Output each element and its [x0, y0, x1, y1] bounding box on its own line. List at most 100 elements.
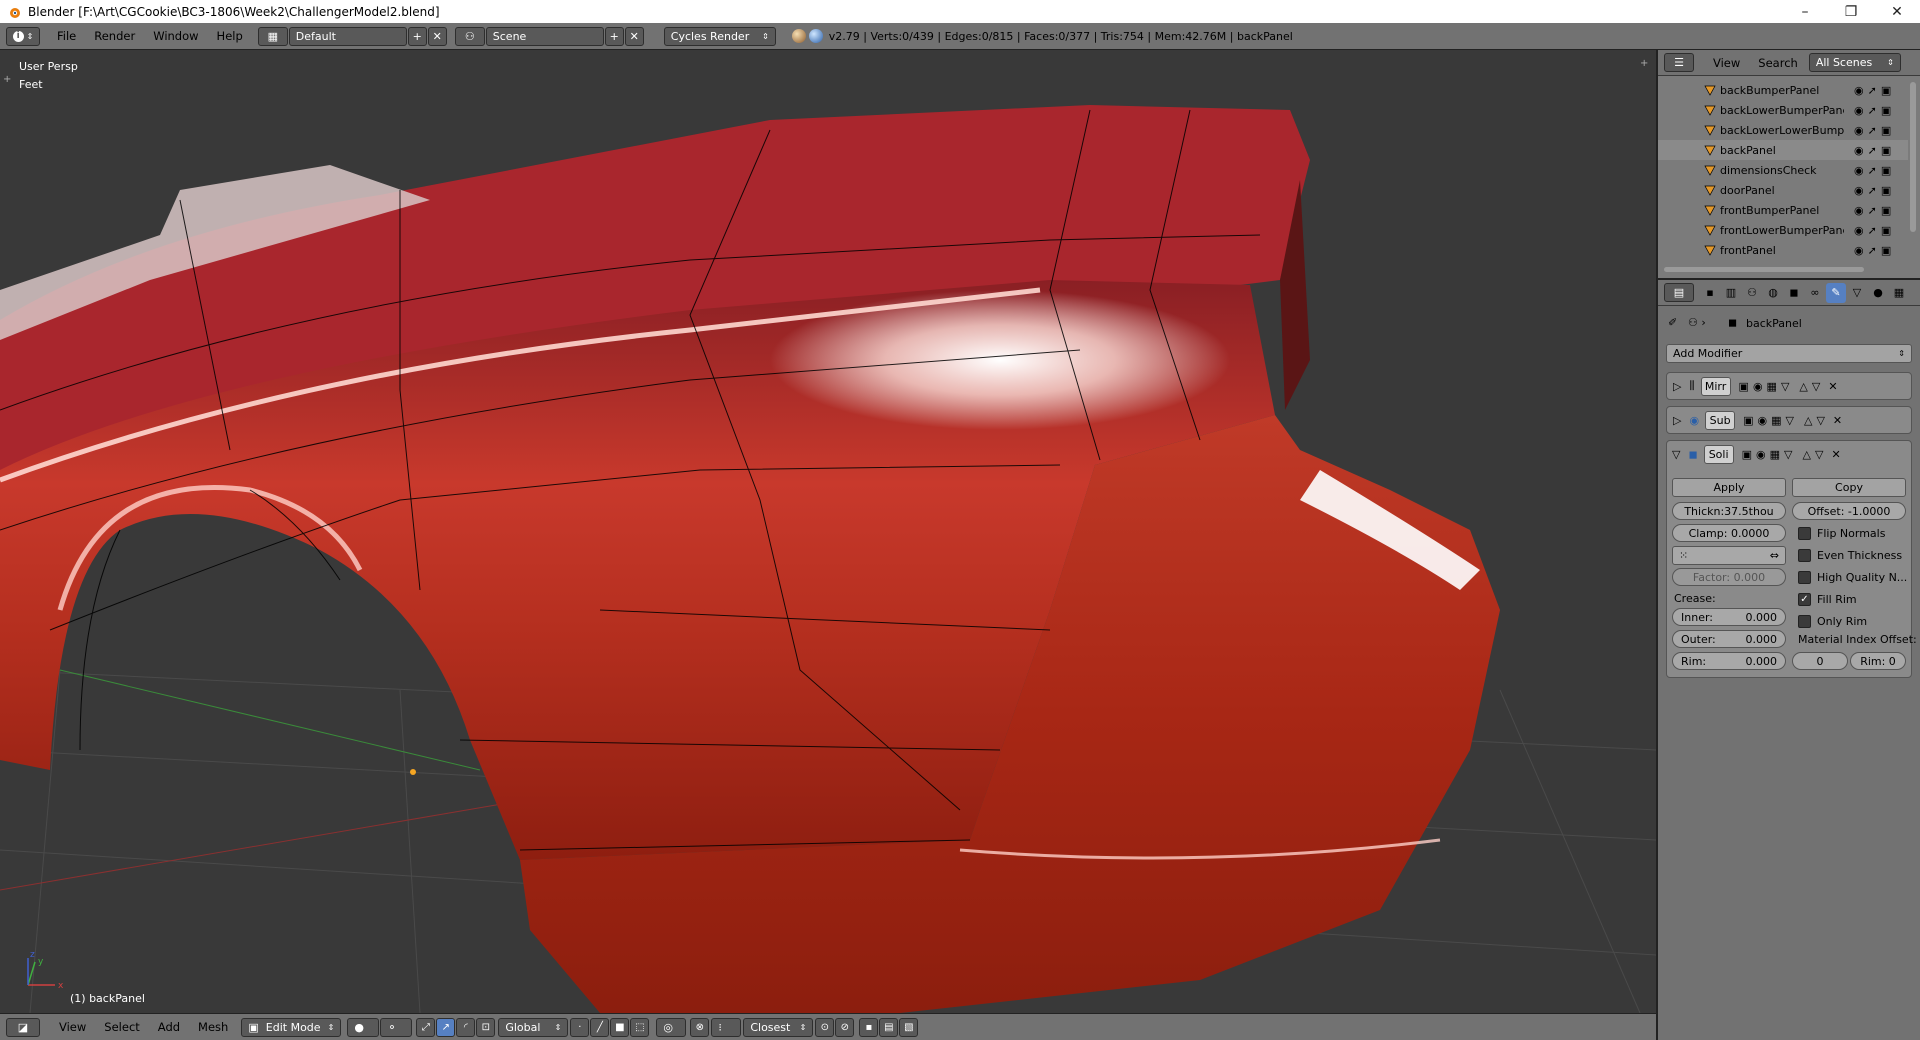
outliner-row[interactable]: dimensionsCheck ◉ ➚ ▣: [1658, 160, 1908, 180]
add-modifier-select[interactable]: Add Modifier ⇕: [1666, 344, 1912, 363]
eye-icon[interactable]: ◉: [1854, 164, 1864, 177]
render-icon[interactable]: ▣: [1881, 184, 1891, 197]
modifier-mirror-row[interactable]: ▷ ⫼ Mirr ▣ ◉ ▦ ▽ △ ▽ ✕: [1666, 372, 1912, 400]
move-down-icon[interactable]: ▽: [1816, 414, 1824, 427]
scale-manipulator-button[interactable]: ⊡: [476, 1017, 496, 1037]
high-quality-normals-checkbox[interactable]: High Quality N...: [1798, 571, 1907, 584]
outliner-row[interactable]: frontPanel ◉ ➚ ▣: [1658, 240, 1908, 260]
overlay-toggle-button[interactable]: ▧: [899, 1017, 919, 1037]
menu-select[interactable]: Select: [95, 1020, 148, 1034]
tab-constraints[interactable]: ∞: [1805, 283, 1825, 303]
invert-arrows-icon[interactable]: ⇔: [1770, 549, 1779, 562]
tab-material[interactable]: ●: [1868, 283, 1888, 303]
vertex-group-field[interactable]: ⁙ ⇔: [1672, 546, 1786, 565]
menu-window[interactable]: Window: [144, 29, 207, 43]
snap-target-select[interactable]: Closest ⇕: [743, 1017, 814, 1037]
minimize-button[interactable]: –: [1782, 0, 1828, 23]
eye-icon[interactable]: ◉: [1854, 244, 1864, 257]
add-layout-button[interactable]: +: [407, 26, 427, 46]
translate-manipulator-button[interactable]: ↗: [436, 1017, 456, 1037]
outliner-search-menu[interactable]: Search: [1749, 56, 1807, 70]
outliner-row[interactable]: backLowerBumperPanel ◉ ➚ ▣: [1658, 100, 1908, 120]
mode-select[interactable]: ▣ Edit Mode ⇕: [241, 1017, 342, 1037]
snap-element-select[interactable]: ⁝: [711, 1017, 742, 1037]
move-down-icon[interactable]: ▽: [1815, 448, 1823, 461]
eye-icon[interactable]: ◉: [1854, 84, 1864, 97]
expand-arrow-icon[interactable]: ▷: [1673, 414, 1681, 427]
cage-toggle-icon[interactable]: ▽: [1786, 414, 1794, 427]
editmode-toggle-icon[interactable]: ▦: [1770, 448, 1780, 461]
outliner-display-mode-select[interactable]: All Scenes ⇕: [1808, 53, 1901, 72]
render-icon[interactable]: ▣: [1881, 204, 1891, 217]
outliner-row[interactable]: doorPanel ◉ ➚ ▣: [1658, 180, 1908, 200]
modifier-solidify-row[interactable]: ▽ ◼ Soli ▣ ◉ ▦ ▽ △ ▽ ✕: [1666, 440, 1912, 468]
transform-orientation-select[interactable]: Global ⇕: [498, 1017, 569, 1037]
editmode-toggle-icon[interactable]: ▦: [1767, 380, 1777, 393]
modifier-name-field[interactable]: Sub: [1705, 410, 1736, 430]
menu-help[interactable]: Help: [208, 29, 252, 43]
eye-icon[interactable]: ◉: [1854, 104, 1864, 117]
thickness-field[interactable]: Thickn:37.5thou: [1672, 502, 1786, 520]
tab-world[interactable]: ◍: [1763, 283, 1783, 303]
render-icon[interactable]: ▣: [1881, 224, 1891, 237]
edge-select-button[interactable]: ╱: [590, 1017, 610, 1037]
maximize-button[interactable]: ❐: [1828, 0, 1874, 23]
opengl-render-button[interactable]: ▪: [859, 1017, 879, 1037]
eye-icon[interactable]: ◉: [1854, 224, 1864, 237]
face-select-button[interactable]: ■: [610, 1017, 630, 1037]
outliner-row[interactable]: backBumperPanel ◉ ➚ ▣: [1658, 80, 1908, 100]
flip-normals-checkbox[interactable]: Flip Normals: [1798, 527, 1885, 540]
eye-icon[interactable]: ◉: [1854, 144, 1864, 157]
outliner-view-menu[interactable]: View: [1704, 56, 1749, 70]
move-up-icon[interactable]: △: [1803, 448, 1811, 461]
proportional-edit-select[interactable]: ◎: [656, 1017, 687, 1037]
viewport-canvas[interactable]: z y x: [0, 50, 1656, 1013]
tab-render[interactable]: ▪: [1700, 283, 1720, 303]
outliner-horizontal-scrollbar[interactable]: [1664, 267, 1864, 272]
properties-region-toggle-icon[interactable]: +: [1640, 58, 1648, 69]
viewport-shading-select[interactable]: ●: [347, 1017, 380, 1037]
snap-toggle[interactable]: ⊗: [690, 1017, 710, 1037]
editor-type-properties-button[interactable]: ▤: [1664, 283, 1694, 302]
crease-outer-field[interactable]: Outer: 0.000: [1672, 630, 1786, 648]
tab-render-layers[interactable]: ▥: [1721, 283, 1741, 303]
eye-icon[interactable]: ◉: [1757, 414, 1767, 427]
copy-button[interactable]: Copy: [1792, 478, 1906, 497]
opengl-animation-button[interactable]: ▤: [879, 1017, 899, 1037]
cursor-icon[interactable]: ➚: [1868, 84, 1877, 97]
eye-icon[interactable]: ◉: [1854, 124, 1864, 137]
tab-modifiers[interactable]: ✎: [1826, 282, 1846, 303]
editor-type-3dview-button[interactable]: ◪: [6, 1017, 40, 1037]
close-window-button[interactable]: ✕: [1874, 0, 1920, 23]
layout-name-field[interactable]: Default: [288, 26, 407, 46]
cursor-icon[interactable]: ➚: [1868, 164, 1877, 177]
material-offset-rim-field[interactable]: Rim: 0: [1850, 652, 1906, 670]
tab-data[interactable]: ▽: [1847, 283, 1867, 303]
modifier-subsurf-row[interactable]: ▷ ◉ Sub ▣ ◉ ▦ ▽ △ ▽ ✕: [1666, 406, 1912, 434]
modifier-name-field[interactable]: Soli: [1703, 444, 1734, 464]
render-icon[interactable]: ▣: [1881, 244, 1891, 257]
limit-selection-button[interactable]: ⬚: [630, 1017, 650, 1037]
cursor-icon[interactable]: ➚: [1868, 184, 1877, 197]
material-offset-field[interactable]: 0: [1792, 652, 1848, 670]
remove-modifier-icon[interactable]: ✕: [1833, 414, 1842, 427]
fill-rim-checkbox[interactable]: ✓ Fill Rim: [1798, 593, 1857, 606]
snap-align-rotation-button[interactable]: ⊙: [815, 1017, 835, 1037]
rotate-manipulator-button[interactable]: ◜: [456, 1017, 476, 1037]
expand-arrow-icon[interactable]: ▷: [1673, 380, 1681, 393]
menu-add[interactable]: Add: [149, 1020, 189, 1034]
render-icon[interactable]: ▣: [1881, 124, 1891, 137]
eye-icon[interactable]: ◉: [1854, 204, 1864, 217]
outliner-row-selected[interactable]: backPanel ◉ ➚ ▣: [1658, 140, 1908, 160]
cursor-icon[interactable]: ➚: [1868, 204, 1877, 217]
layout-browse-button[interactable]: ▦: [257, 26, 288, 46]
outliner-row[interactable]: frontBumperPanel ◉ ➚ ▣: [1658, 200, 1908, 220]
editmode-toggle-icon[interactable]: ▦: [1771, 414, 1781, 427]
remove-modifier-icon[interactable]: ✕: [1831, 448, 1840, 461]
cage-toggle-icon[interactable]: ▽: [1781, 380, 1789, 393]
render-icon[interactable]: ▣: [1881, 144, 1891, 157]
pin-icon[interactable]: ✐: [1668, 316, 1677, 329]
factor-field[interactable]: Factor: 0.000: [1672, 568, 1786, 586]
cursor-icon[interactable]: ➚: [1868, 144, 1877, 157]
modifier-name-field[interactable]: Mirr: [1700, 376, 1731, 396]
